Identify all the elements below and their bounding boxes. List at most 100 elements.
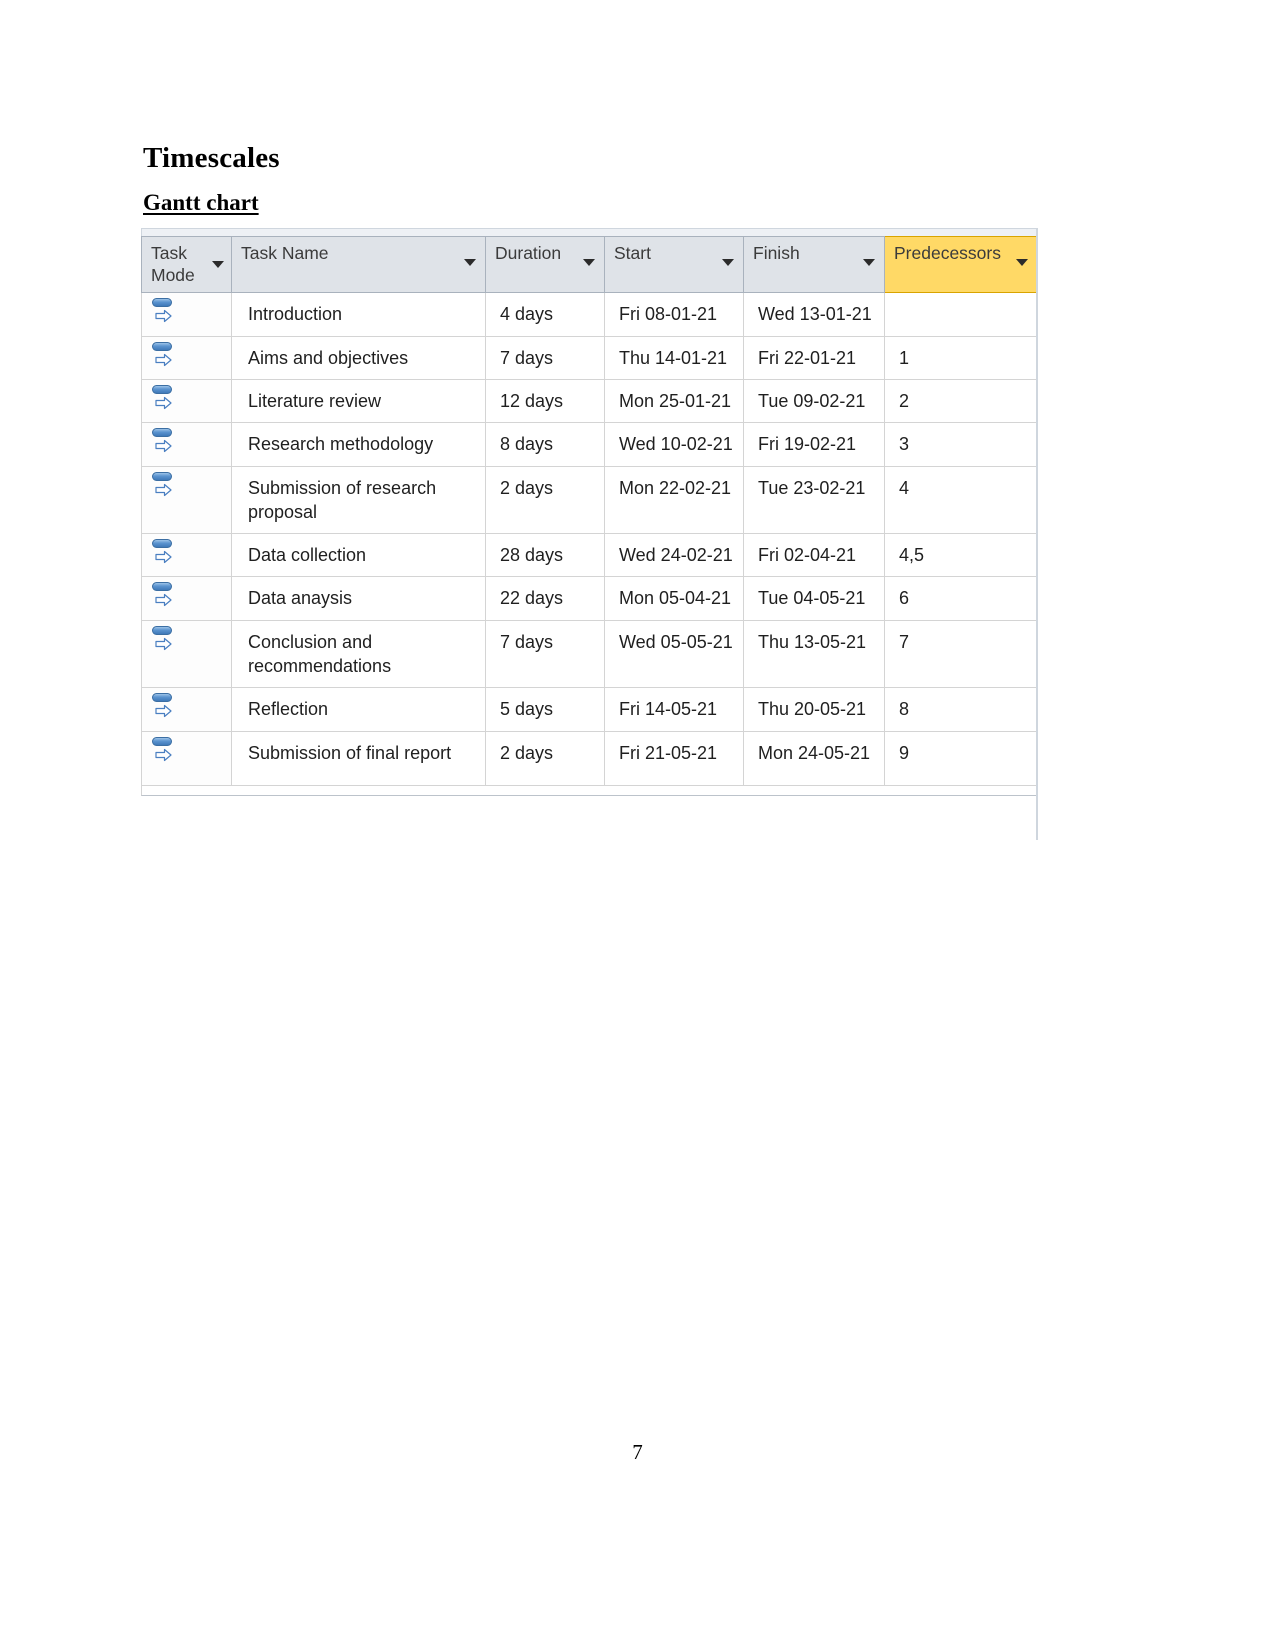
cell-predecessors[interactable]: 7 [884,619,1038,689]
auto-scheduled-icon [151,736,177,766]
table-row[interactable]: Submission of research proposal 2 days Mon… [141,465,1038,535]
cell-finish[interactable]: Tue 09-02-21 [743,378,885,424]
auto-scheduled-icon [151,384,177,414]
column-header-predecessors[interactable]: Predecessors [884,235,1038,294]
cell-task-mode[interactable] [141,292,232,337]
cell-start[interactable]: Thu 14-01-21 [604,335,744,380]
cell-start[interactable]: Mon 05-04-21 [604,576,744,621]
document-page: Timescales Gantt chart Task Mode Task Na… [0,0,1275,1651]
cell-finish[interactable]: Thu 20-05-21 [743,687,885,732]
cell-duration[interactable]: 22 days [485,576,605,621]
cell-duration[interactable]: 8 days [485,422,605,467]
cell-task-mode[interactable] [141,619,232,689]
cell-task-mode[interactable] [141,687,232,732]
cell-duration[interactable]: 12 days [485,378,605,424]
cell-task-name[interactable]: Submission of research proposal [231,465,486,535]
column-header-label: Duration [495,243,562,263]
cell-start[interactable]: Mon 25-01-21 [604,378,744,424]
cell-predecessors[interactable]: 3 [884,422,1038,467]
auto-scheduled-icon [151,297,177,327]
table-header-row: Task Mode Task Name Duration Start Finis… [141,235,1038,294]
table-row[interactable]: Aims and objectives 7 days Thu 14-01-21 Fri… [141,335,1038,380]
cell-duration[interactable]: 7 days [485,619,605,689]
cell-task-mode[interactable] [141,378,232,424]
cell-task-name[interactable]: Research methodology [231,422,486,467]
cell-task-name[interactable]: Introduction [231,292,486,337]
column-header-start[interactable]: Start [604,235,744,294]
cell-start[interactable]: Fri 08-01-21 [604,292,744,337]
cell-predecessors[interactable]: 6 [884,576,1038,621]
cell-finish[interactable]: Fri 22-01-21 [743,335,885,380]
auto-scheduled-icon [151,341,177,371]
cell-predecessors[interactable]: 4 [884,465,1038,535]
cell-start[interactable]: Wed 05-05-21 [604,619,744,689]
table-row[interactable]: Introduction 4 days Fri 08-01-21 Wed 13-01-… [141,292,1038,337]
cell-start[interactable]: Fri 14-05-21 [604,687,744,732]
cell-duration[interactable]: 4 days [485,292,605,337]
cell-predecessors[interactable]: 2 [884,378,1038,424]
page-title: Timescales [143,142,280,174]
cell-task-mode[interactable] [141,533,232,578]
cell-finish[interactable]: Wed 13-01-21 [743,292,885,337]
chevron-down-icon[interactable] [863,259,875,266]
cell-predecessors[interactable]: 1 [884,335,1038,380]
cell-finish[interactable]: Fri 02-04-21 [743,533,885,578]
cell-finish[interactable]: Tue 23-02-21 [743,465,885,535]
cell-predecessors[interactable]: 9 [884,730,1038,786]
cell-predecessors[interactable] [884,292,1038,337]
task-table: Task Mode Task Name Duration Start Finis… [141,235,1038,786]
cell-finish[interactable]: Fri 19-02-21 [743,422,885,467]
cell-start[interactable]: Wed 10-02-21 [604,422,744,467]
cell-task-name[interactable]: Data collection [231,533,486,578]
cell-task-mode[interactable] [141,576,232,621]
cell-start[interactable]: Mon 22-02-21 [604,465,744,535]
cell-task-name[interactable]: Literature review [231,378,486,424]
table-row[interactable]: Conclusion and recommendations 7 days Wed … [141,619,1038,689]
auto-scheduled-icon [151,692,177,722]
cell-duration[interactable]: 28 days [485,533,605,578]
chevron-down-icon[interactable] [722,259,734,266]
cell-task-name[interactable]: Submission of final report [231,730,486,786]
column-header-label: Task Mode [151,243,195,285]
table-row[interactable]: Research methodology 8 days Wed 10-02-21 Fr… [141,422,1038,467]
table-right-edge [1036,228,1038,840]
cell-task-mode[interactable] [141,465,232,535]
auto-scheduled-icon [151,471,177,501]
cell-finish[interactable]: Mon 24-05-21 [743,730,885,786]
chevron-down-icon[interactable] [1016,259,1028,266]
cell-duration[interactable]: 7 days [485,335,605,380]
cell-predecessors[interactable]: 4,5 [884,533,1038,578]
cell-task-name[interactable]: Reflection [231,687,486,732]
column-header-label: Predecessors [894,243,1001,263]
chevron-down-icon[interactable] [212,261,224,268]
cell-task-name[interactable]: Aims and objectives [231,335,486,380]
cell-task-mode[interactable] [141,422,232,467]
column-header-task-name[interactable]: Task Name [231,235,486,294]
cell-start[interactable]: Wed 24-02-21 [604,533,744,578]
table-row[interactable]: Reflection 5 days Fri 14-05-21 Thu 20-05-21… [141,687,1038,732]
table-row[interactable]: Data anaysis 22 days Mon 05-04-21 Tue 04-05… [141,576,1038,621]
table-row[interactable]: Data collection 28 days Wed 24-02-21 Fri 02… [141,533,1038,578]
column-header-label: Start [614,243,651,263]
cell-duration[interactable]: 2 days [485,465,605,535]
table-row[interactable]: Literature review 12 days Mon 25-01-21 Tue … [141,378,1038,424]
section-heading-gantt-chart: Gantt chart [143,190,259,215]
column-header-finish[interactable]: Finish [743,235,885,294]
cell-predecessors[interactable]: 8 [884,687,1038,732]
cell-finish[interactable]: Thu 13-05-21 [743,619,885,689]
column-header-label: Finish [753,243,800,263]
chevron-down-icon[interactable] [583,259,595,266]
column-header-duration[interactable]: Duration [485,235,605,294]
table-row[interactable]: Submission of final report 2 days Fri 21-0… [141,730,1038,786]
chevron-down-icon[interactable] [464,259,476,266]
cell-task-mode[interactable] [141,730,232,786]
cell-task-name[interactable]: Data anaysis [231,576,486,621]
cell-start[interactable]: Fri 21-05-21 [604,730,744,786]
column-header-task-mode[interactable]: Task Mode [141,235,232,294]
cell-duration[interactable]: 5 days [485,687,605,732]
cell-finish[interactable]: Tue 04-05-21 [743,576,885,621]
cell-duration[interactable]: 2 days [485,730,605,786]
cell-task-mode[interactable] [141,335,232,380]
cell-task-name[interactable]: Conclusion and recommendations [231,619,486,689]
auto-scheduled-icon [151,625,177,655]
